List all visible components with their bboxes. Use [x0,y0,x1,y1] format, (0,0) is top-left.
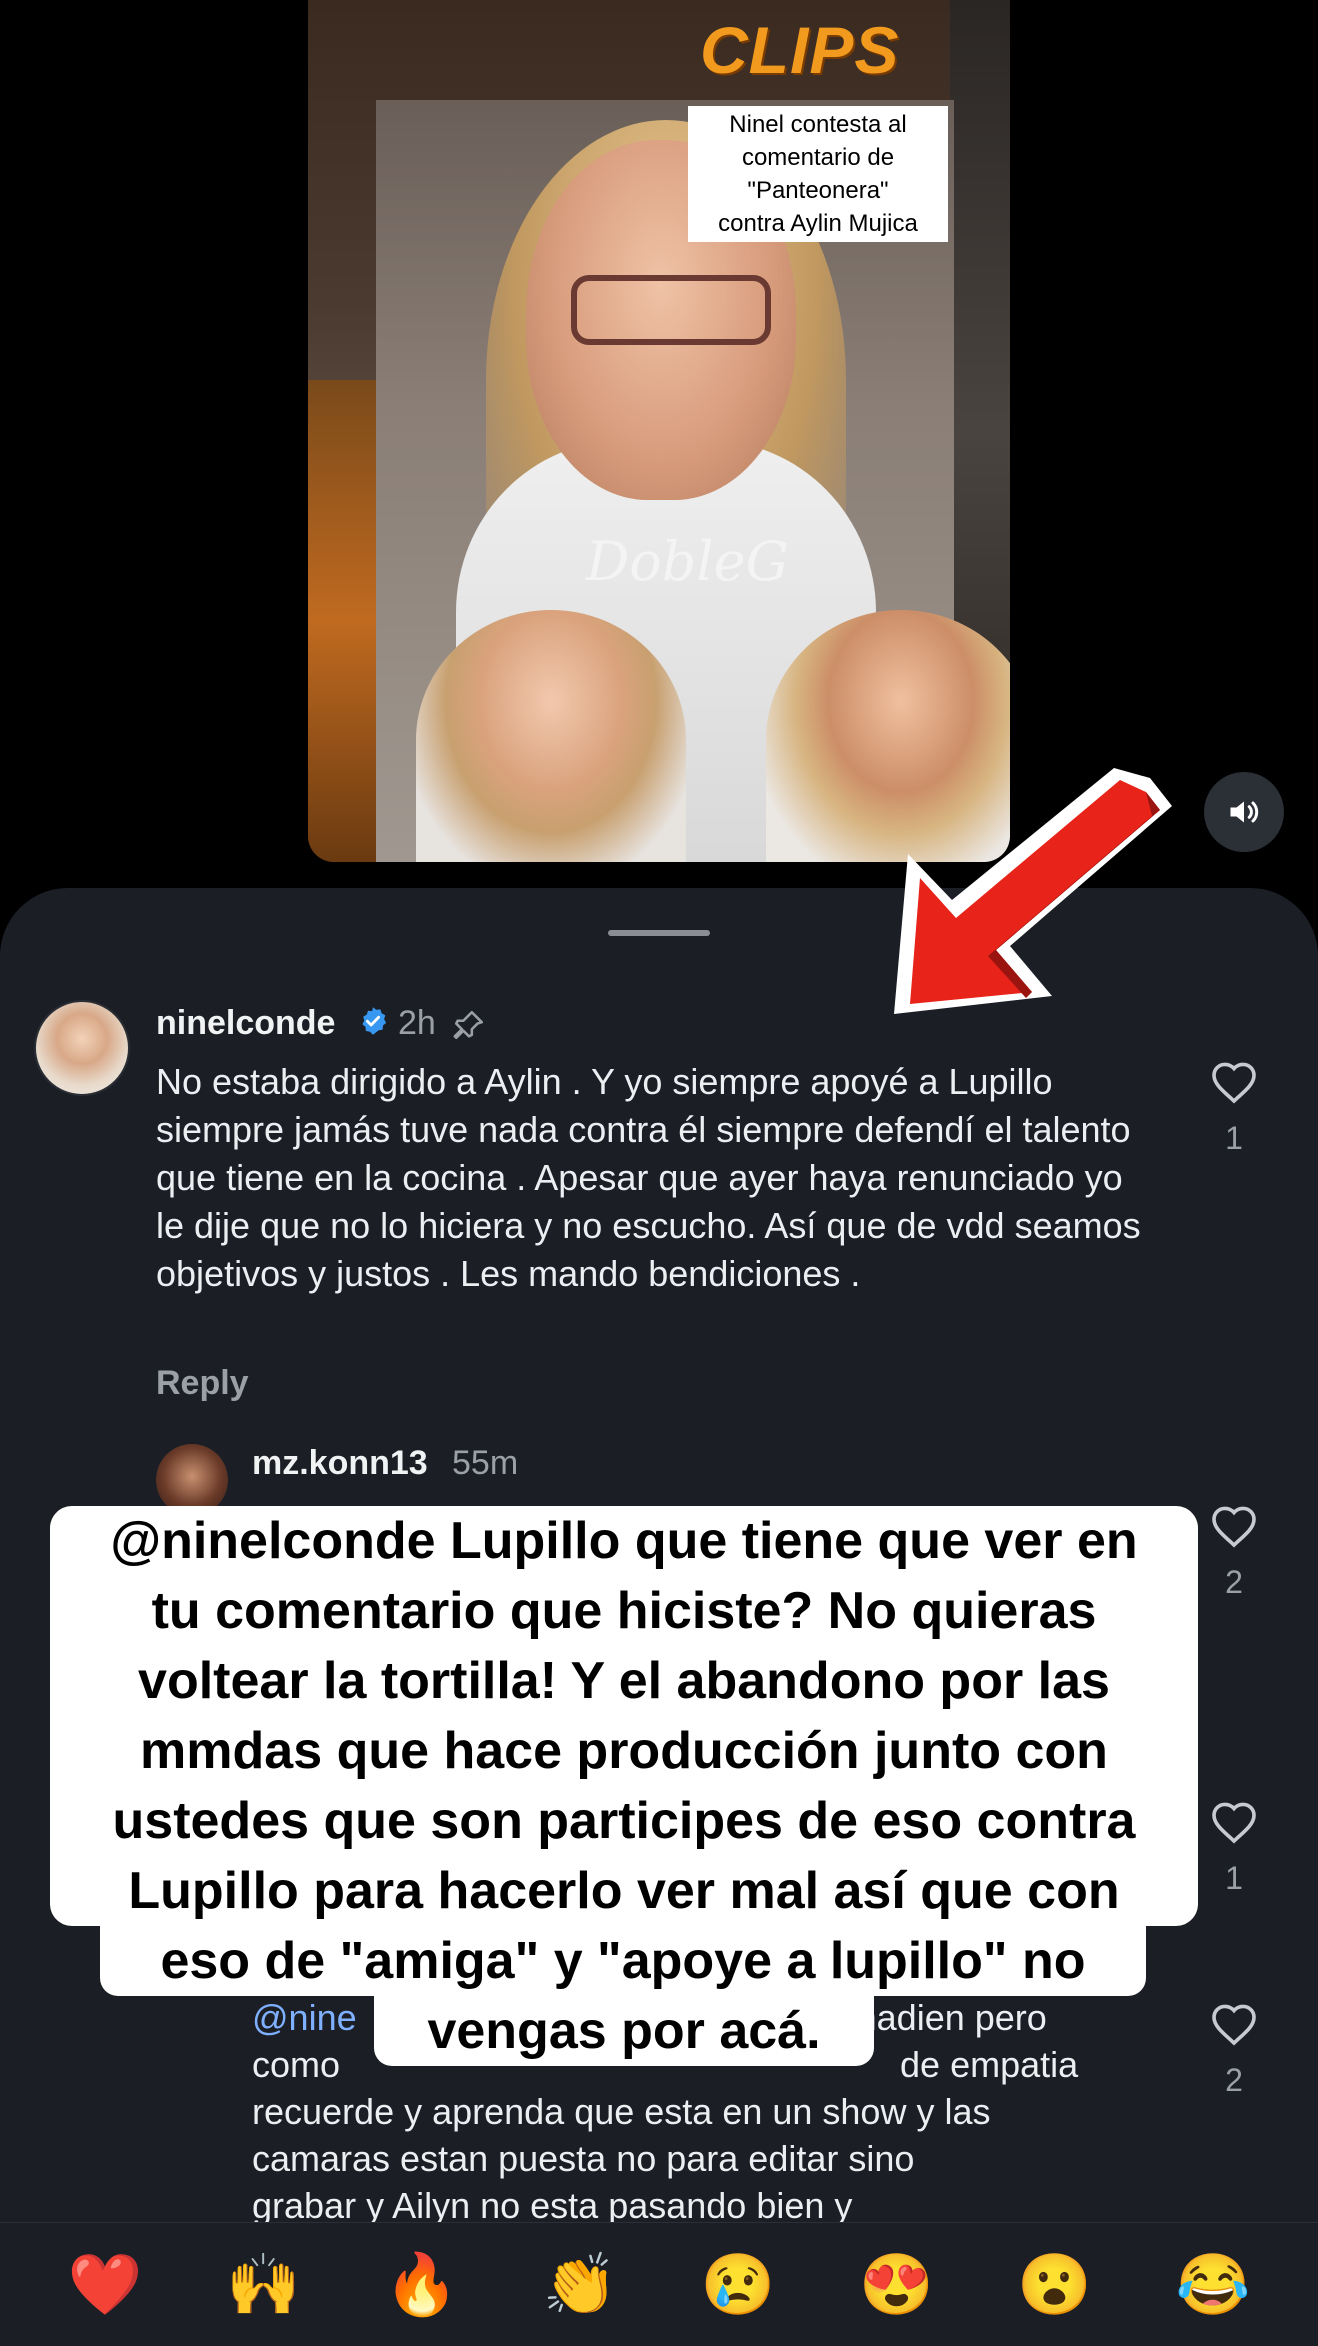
like-count: 2 [1225,2062,1243,2098]
reply-text-line: camaras estan puesta no para editar sino [252,2138,915,2179]
heart-outline-icon [1212,1062,1256,1104]
like-count: 2 [1225,1564,1243,1600]
portrait-left [416,610,686,862]
sheet-drag-handle[interactable] [608,930,710,936]
heart-eyes-emoji[interactable]: 😍 [856,2254,936,2315]
like-count: 1 [1225,1120,1243,1156]
reply-text-fragment: como [252,2044,341,2085]
pin-icon [453,1010,484,1040]
reply-button[interactable]: Reply [156,1364,249,1403]
video-caption: Ninel contesta al comentario de "Panteon… [688,106,948,242]
surprised-face-emoji[interactable]: 😮 [1015,2254,1095,2315]
emoji-reaction-bar: ❤️ 🙌 🔥 👏 😢 😍 😮 😂 [0,2222,1318,2346]
video-player[interactable]: DobleG CLIPS Ninel contesta al comentari… [308,0,1010,862]
clapping-hands-emoji[interactable]: 👏 [540,2254,620,2315]
crying-face-emoji[interactable]: 😢 [698,2254,778,2315]
raising-hands-emoji[interactable]: 🙌 [223,2254,303,2315]
reply-text-fragment: a nadien pero [826,1997,1047,2038]
heart-outline-icon [1212,2004,1256,2046]
reply-text-fragment: de empatia [900,2044,1079,2085]
red-heart-emoji[interactable]: ❤️ [65,2254,145,2315]
red-arrow-annotation [894,768,1172,1014]
reply-username[interactable]: mz.konn13 [252,1444,428,1483]
video-background-left [308,380,378,862]
comment-text: No estaba dirigido a Aylin . Y yo siempr… [156,1061,1141,1294]
partial-reply-text: @nine a nadien pero como de empatia recuer… [252,1994,1172,2229]
heart-outline-icon [1212,1506,1256,1548]
avatar[interactable] [156,1444,228,1516]
volume-button[interactable] [1204,772,1284,852]
video-watermark: DobleG [586,530,789,593]
like-count: 1 [1225,1860,1243,1896]
verified-badge-icon [362,1007,387,1035]
person-glasses [571,275,771,345]
like-button[interactable]: 2 [1204,2002,1264,2099]
fire-emoji[interactable]: 🔥 [382,2254,462,2315]
like-button[interactable]: 2 [1204,1504,1264,1601]
clips-brand: CLIPS [700,13,900,87]
like-button[interactable]: 1 [1204,1800,1264,1897]
tears-of-joy-emoji[interactable]: 😂 [1173,2254,1253,2315]
avatar[interactable] [34,1000,130,1096]
reply-text-line: recuerde y aprenda que esta en un show y… [252,2091,991,2132]
mention-link[interactable]: @nine [252,1997,357,2038]
heart-outline-icon [1212,1802,1256,1844]
reply-time: 55m [452,1444,519,1482]
like-button[interactable]: 1 [1204,1060,1264,1157]
comments-sheet: ninelconde 2h No estaba dirigido a Aylin… [0,888,1318,2346]
speaker-icon [1230,801,1259,823]
comment-username[interactable]: ninelconde [156,1004,335,1043]
comment-time: 2h [398,1004,436,1042]
reel-comments-screen: DobleG CLIPS Ninel contesta al comentari… [0,0,1318,2346]
